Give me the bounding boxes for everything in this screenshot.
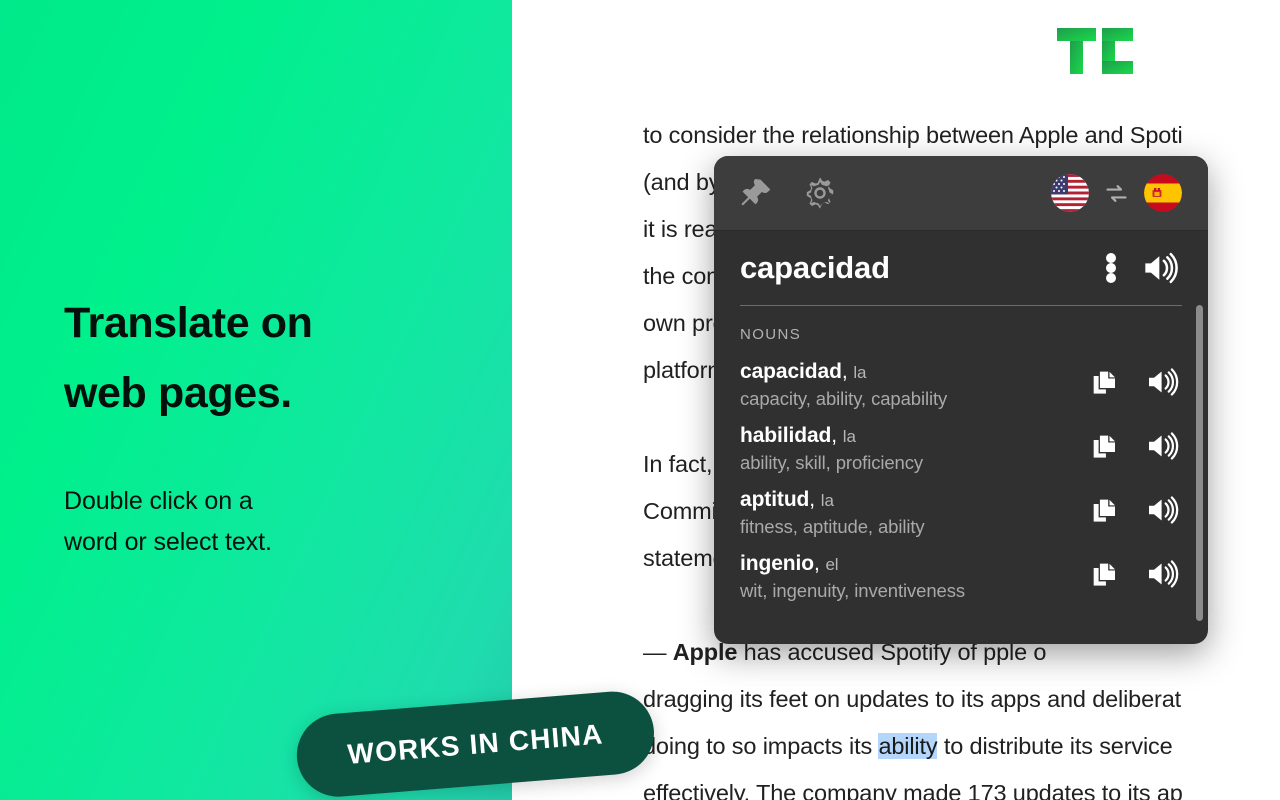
speaker-icon[interactable] — [1146, 558, 1182, 590]
promo-subtitle-line-2: word or select text. — [64, 527, 272, 556]
dictionary-entry: habilidad, la ability, skill, proficienc… — [714, 417, 1208, 481]
entry-definitions: capacity, ability, capability — [740, 388, 948, 409]
speaker-icon[interactable] — [1146, 366, 1182, 398]
promo-panel: Translate on web pages. Double click on … — [0, 0, 512, 800]
article-line-with-selection: doing to so impacts its ability to distr… — [643, 733, 1173, 759]
entry-article: la — [820, 491, 834, 510]
entry-text: habilidad, la ability, skill, proficienc… — [740, 424, 1075, 474]
entry-article: la — [853, 363, 867, 382]
entry-actions — [1089, 488, 1182, 526]
popup-scrollbar-thumb[interactable] — [1196, 305, 1203, 621]
entry-term: capacidad — [740, 360, 842, 383]
headword-actions — [1106, 249, 1182, 287]
article-line: to consider the relationship between App… — [643, 122, 1183, 148]
headword-text: capacidad — [740, 250, 890, 285]
entry-text: ingenio, el wit, ingenuity, inventivenes… — [740, 552, 1075, 602]
popup-scrollbar[interactable] — [1196, 242, 1203, 632]
dictionary-entry: ingenio, el wit, ingenuity, inventivenes… — [714, 545, 1208, 609]
entry-actions — [1089, 360, 1182, 398]
more-options-icon[interactable] — [1106, 253, 1116, 283]
entry-definitions: fitness, aptitude, ability — [740, 516, 925, 537]
copy-icon[interactable] — [1089, 366, 1121, 398]
copy-icon[interactable] — [1089, 430, 1121, 462]
works-in-china-label: WORKS IN CHINA — [346, 717, 605, 770]
source-language-flag-us-icon[interactable] — [1051, 174, 1089, 212]
entry-actions — [1089, 552, 1182, 590]
promo-content: Translate on web pages. Double click on … — [64, 289, 464, 562]
entry-article: el — [825, 555, 839, 574]
gear-icon[interactable] — [802, 175, 838, 211]
promo-title-line-2: web pages. — [64, 368, 292, 417]
headword-row: capacidad — [714, 231, 1208, 305]
promo-subtitle: Double click on a word or select text. — [64, 481, 464, 562]
entry-actions — [1089, 424, 1182, 462]
entry-term: ingenio — [740, 552, 814, 575]
dictionary-entry: aptitud, la fitness, aptitude, ability — [714, 481, 1208, 545]
article-line: dragging its feet on updates to its apps… — [643, 686, 1181, 712]
toolbar-left-group — [740, 175, 838, 211]
entry-term-row: aptitud, la — [740, 488, 834, 511]
techcrunch-logo-icon — [1057, 28, 1133, 74]
dictionary-entry: capacidad, la capacity, ability, capabil… — [714, 353, 1208, 417]
article-line: effectively. The company made 173 update… — [643, 780, 1183, 800]
entry-text: aptitud, la fitness, aptitude, ability — [740, 488, 1075, 538]
target-language-flag-es-icon[interactable] — [1144, 174, 1182, 212]
popup-toolbar — [714, 156, 1208, 231]
entry-text: capacidad, la capacity, ability, capabil… — [740, 360, 1075, 410]
entry-term-row: capacidad, la — [740, 360, 867, 383]
entry-definitions: ability, skill, proficiency — [740, 452, 924, 473]
entry-term: aptitud — [740, 488, 810, 511]
swap-languages-icon[interactable] — [1103, 180, 1130, 207]
pin-icon[interactable] — [740, 176, 774, 210]
popup-body: capacidad NOUNS capacidad, la capacity, … — [714, 231, 1208, 644]
translation-popup[interactable]: capacidad NOUNS capacidad, la capacity, … — [714, 156, 1208, 644]
speaker-icon[interactable] — [1146, 494, 1182, 526]
part-of-speech-label: NOUNS — [740, 326, 802, 343]
speaker-icon[interactable] — [1142, 249, 1182, 287]
entry-term-row: ingenio, el — [740, 552, 839, 575]
entry-term: habilidad — [740, 424, 832, 447]
toolbar-language-group — [1051, 174, 1182, 212]
entry-article: la — [842, 427, 856, 446]
promo-title-line-1: Translate on — [64, 299, 313, 347]
speaker-icon[interactable] — [1146, 430, 1182, 462]
selected-word[interactable]: ability — [878, 733, 938, 759]
entry-definitions: wit, ingenuity, inventiveness — [740, 580, 966, 601]
copy-icon[interactable] — [1089, 494, 1121, 526]
promo-title: Translate on web pages. — [64, 289, 464, 428]
promo-subtitle-line-1: Double click on a — [64, 487, 253, 516]
entry-term-row: habilidad, la — [740, 424, 856, 447]
copy-icon[interactable] — [1089, 558, 1121, 590]
